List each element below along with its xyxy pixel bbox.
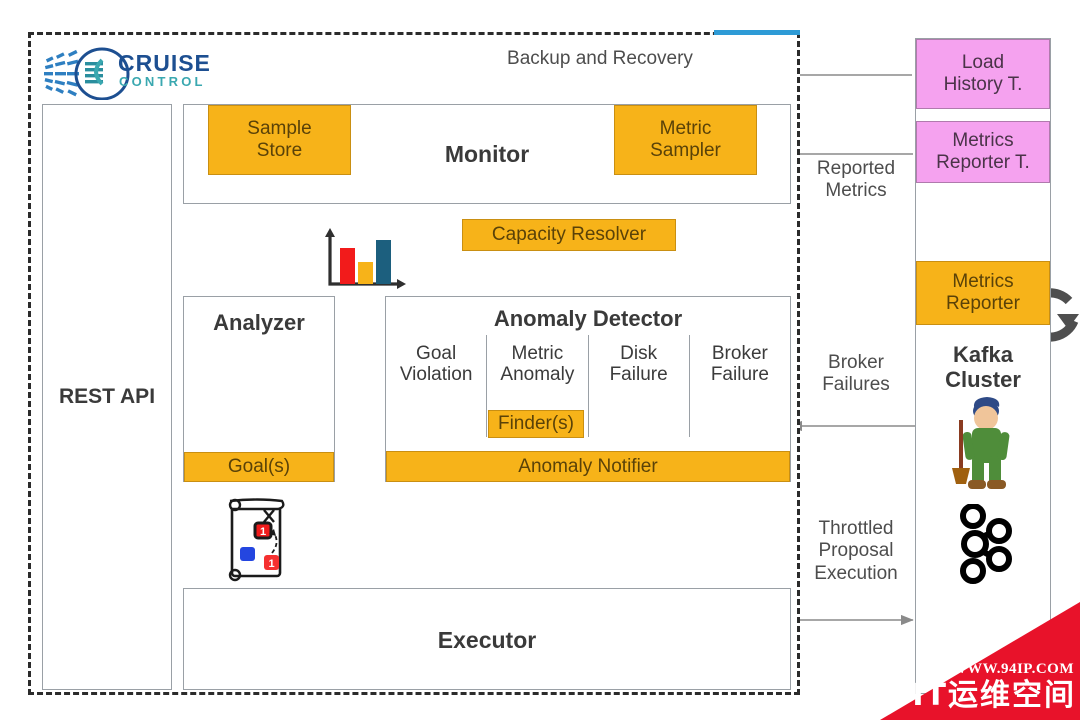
metrics-reporter-line1: Metrics [952, 271, 1014, 293]
detector-goal-violation-line1: Goal [416, 343, 457, 364]
analyzer-title: Analyzer [213, 309, 305, 335]
diagram-canvas: CRUISE CONTROL REST API Monitor Sample S… [0, 0, 1080, 720]
detector-goal-violation-line2: Violation [399, 364, 473, 386]
capacity-resolver-label: Capacity Resolver [491, 224, 647, 246]
goals-chip[interactable]: Goal(s) [184, 452, 334, 482]
anomaly-detector-title: Anomaly Detector [493, 305, 683, 331]
throttled-line1: Throttled [818, 518, 894, 539]
worker-with-shovel-icon [952, 397, 1010, 489]
logo-text-control: CONTROL [119, 74, 206, 89]
flow-label-reported-metrics: Reported Metrics [800, 158, 912, 203]
rest-api-panel[interactable]: REST API [42, 104, 172, 690]
metrics-reporter-chip[interactable]: Metrics Reporter [916, 261, 1050, 325]
bar-chart-icon [325, 228, 406, 289]
detector-disk-failure-line2: Failure [609, 364, 668, 386]
kafka-title-line1: Kafka [953, 342, 1013, 368]
metric-sampler-label-line2: Sampler [650, 140, 721, 161]
metric-sampler-chip[interactable]: Metric Sampler [614, 105, 757, 175]
flow-label-broker-failures: Broker Failures [800, 352, 912, 397]
reported-metrics-line1: Reported [816, 158, 896, 179]
detector-cell-goal-violation[interactable]: Goal Violation [386, 335, 488, 437]
sample-store-label-line1: Sample [247, 118, 312, 140]
detector-grid: Goal Violation Metric Anomaly Disk Failu… [386, 335, 790, 437]
sample-store-label-line2: Store [256, 140, 303, 161]
flow-label-backup-and-recovery: Backup and Recovery [507, 48, 693, 69]
kafka-logo-icon [960, 504, 1012, 584]
throttled-line3: Execution [814, 562, 898, 584]
detector-cell-broker-failure[interactable]: Broker Failure [690, 335, 790, 437]
sample-store-chip[interactable]: Sample Store [208, 105, 351, 175]
anomaly-notifier-chip[interactable]: Anomaly Notifier [386, 451, 790, 482]
finders-label: Finder(s) [497, 413, 574, 435]
svg-text:1: 1 [268, 558, 274, 570]
kafka-title-line2: Cluster [945, 367, 1021, 392]
optimization-plan-scroll-icon: 1 1 [228, 498, 285, 582]
detector-disk-failure-line1: Disk [620, 343, 658, 364]
metrics-reporter-topic-line2: Reporter T. [936, 152, 1030, 173]
anomaly-notifier-label: Anomaly Notifier [518, 455, 658, 477]
executor-title: Executor [437, 627, 537, 654]
watermark: WWW.94IP.COM IT运维空间 [880, 602, 1080, 720]
detector-broker-failure-line2: Failure [710, 364, 769, 386]
rest-api-label: REST API [58, 385, 156, 409]
broker-failures-line1: Broker [828, 352, 884, 373]
cruise-control-logo: CRUISE CONTROL [44, 44, 210, 101]
metrics-reporter-line2: Reporter [946, 293, 1020, 314]
metrics-reporter-topic-line1: Metrics [952, 130, 1014, 152]
detector-metric-anomaly-line2: Anomaly [500, 364, 575, 386]
flow-label-throttled-proposal-execution: Throttled Proposal Execution [798, 518, 914, 585]
capacity-resolver-chip[interactable]: Capacity Resolver [462, 219, 676, 251]
boundary-highlight-segment [714, 30, 800, 35]
watermark-text: IT运维空间 [912, 678, 1076, 713]
svg-text:1: 1 [260, 526, 266, 538]
detector-cell-disk-failure[interactable]: Disk Failure [589, 335, 690, 437]
goals-label: Goal(s) [227, 456, 291, 478]
kafka-cluster-title: Kafka Cluster [916, 336, 1050, 400]
throttled-line2: Proposal [818, 540, 894, 562]
logo-text-cruise: CRUISE [118, 50, 211, 76]
detector-broker-failure-line1: Broker [711, 343, 768, 364]
broker-failures-line2: Failures [822, 374, 890, 396]
metrics-reporter-topic-chip[interactable]: Metrics Reporter T. [916, 121, 1050, 183]
metric-sampler-label-line1: Metric [659, 118, 712, 140]
detector-metric-anomaly-line1: Metric [511, 343, 564, 364]
reported-metrics-line2: Metrics [825, 180, 887, 202]
load-history-topic-chip[interactable]: Load History T. [916, 39, 1050, 109]
load-history-topic-line1: Load [961, 52, 1005, 74]
finders-chip[interactable]: Finder(s) [488, 410, 584, 438]
load-history-topic-line2: History T. [943, 74, 1023, 95]
